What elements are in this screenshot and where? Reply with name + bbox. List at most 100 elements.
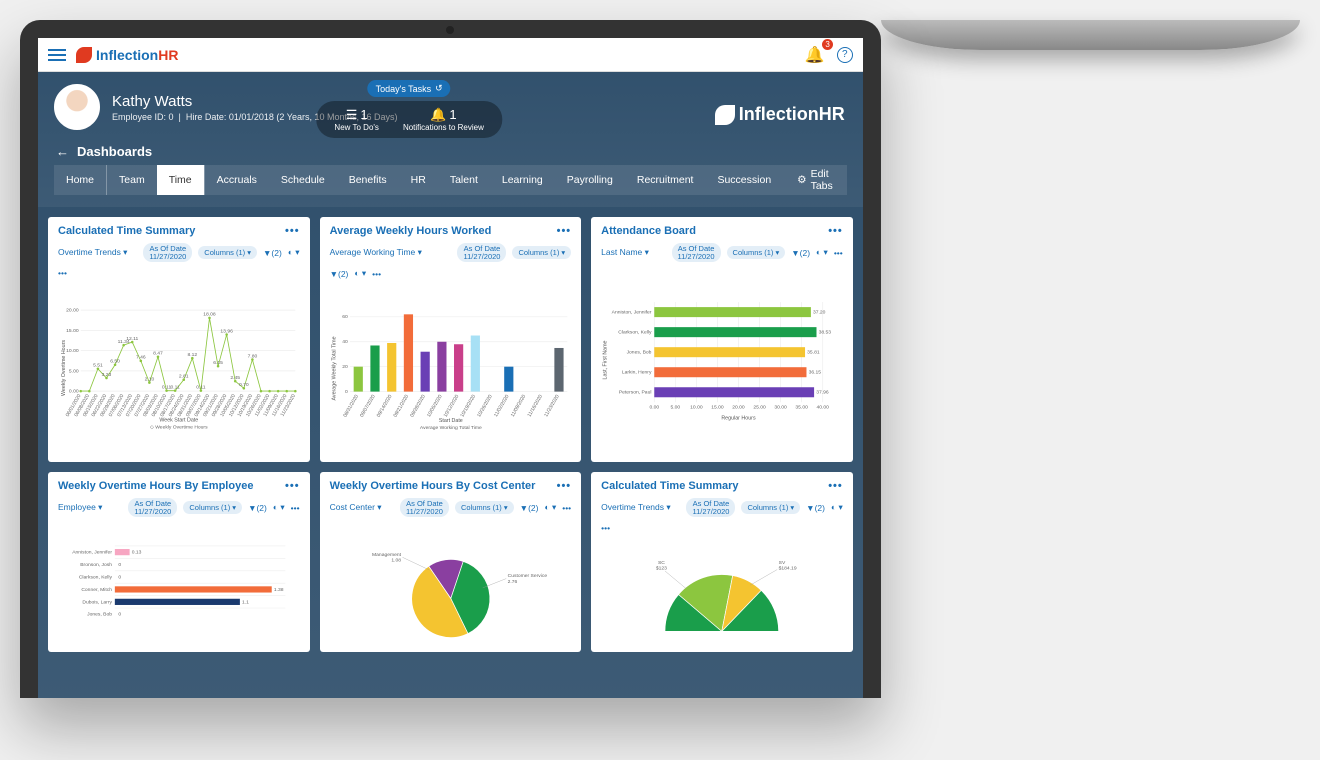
widget-dropdown[interactable]: Employee ▾	[58, 502, 102, 513]
tab-succession[interactable]: Succession	[705, 165, 783, 195]
brand-name-2: HR	[158, 47, 178, 63]
widget-controls: Overtime Trends ▾ As Of Date11/27/2020 Col…	[58, 243, 300, 278]
tab-accruals[interactable]: Accruals	[204, 165, 269, 195]
as-of-chip[interactable]: As Of Date11/27/2020	[457, 243, 506, 262]
chart-type-icon[interactable]: ◐ ▾	[288, 247, 300, 258]
svg-text:10.00: 10.00	[66, 348, 79, 354]
svg-text:2.45: 2.45	[230, 375, 240, 381]
columns-chip[interactable]: Columns (1) ▾	[741, 501, 800, 514]
svg-text:3.23: 3.23	[102, 372, 112, 378]
svg-text:Bronson, Josh: Bronson, Josh	[80, 562, 112, 568]
widget-menu-icon[interactable]: •••	[557, 225, 572, 237]
task-todos[interactable]: ☰ 1 New To Do's	[334, 107, 379, 132]
widget-dropdown[interactable]: Average Working Time ▾	[330, 247, 422, 258]
chart-type-icon[interactable]: ◐ ▾	[354, 268, 366, 279]
svg-text:Conner, Mitch: Conner, Mitch	[81, 587, 112, 593]
as-of-chip[interactable]: As Of Date11/27/2020	[400, 498, 449, 517]
svg-text:2.76: 2.76	[507, 579, 517, 585]
widget-menu-icon[interactable]: •••	[828, 480, 843, 492]
filter-icon[interactable]: ▼(2)	[330, 269, 349, 279]
svg-text:8.47: 8.47	[153, 351, 163, 357]
svg-text:6.15: 6.15	[213, 360, 223, 366]
tab-team[interactable]: Team	[106, 165, 157, 195]
svg-text:11/02/2020: 11/02/2020	[493, 394, 511, 418]
tab-schedule[interactable]: Schedule	[269, 165, 337, 195]
tab-hr[interactable]: HR	[399, 165, 438, 195]
as-of-chip[interactable]: As Of Date11/27/2020	[686, 498, 735, 517]
menu-icon[interactable]	[48, 49, 66, 61]
svg-text:SC: SC	[658, 560, 665, 566]
widget-dropdown[interactable]: Cost Center ▾	[330, 502, 382, 513]
columns-chip[interactable]: Columns (1) ▾	[183, 501, 242, 514]
task-notifications[interactable]: 🔔 1 Notifications to Review	[403, 107, 484, 132]
filter-icon[interactable]: ▼(2)	[791, 248, 810, 258]
widget-menu-icon[interactable]: •••	[285, 480, 300, 492]
chart-type-icon[interactable]: ◐ ▾	[544, 502, 556, 513]
tab-home[interactable]: Home	[54, 165, 106, 195]
tab-payrolling[interactable]: Payrolling	[555, 165, 625, 195]
columns-chip[interactable]: Columns (1) ▾	[512, 246, 571, 259]
svg-text:25.00: 25.00	[753, 405, 766, 411]
widget-more-icon[interactable]: •••	[834, 248, 843, 258]
filter-icon[interactable]: ▼(2)	[520, 503, 539, 513]
widget-more-icon[interactable]: •••	[58, 268, 67, 278]
filter-icon[interactable]: ▼(2)	[248, 503, 267, 513]
as-of-chip[interactable]: As Of Date11/27/2020	[143, 243, 192, 262]
svg-text:5.00: 5.00	[671, 405, 681, 411]
widget-more-icon[interactable]: •••	[601, 523, 610, 533]
svg-text:0: 0	[345, 389, 348, 395]
tab-learning[interactable]: Learning	[490, 165, 555, 195]
svg-text:0.00: 0.00	[69, 389, 79, 395]
filter-icon[interactable]: ▼(2)	[806, 503, 825, 513]
svg-text:◇ Weekly Overtime Hours: ◇ Weekly Overtime Hours	[150, 425, 208, 431]
widget-more-icon[interactable]: •••	[372, 269, 381, 279]
svg-text:13.96: 13.96	[220, 328, 233, 334]
help-icon[interactable]: ?	[837, 47, 853, 63]
widget-menu-icon[interactable]: •••	[828, 225, 843, 237]
tab-recruitment[interactable]: Recruitment	[625, 165, 706, 195]
svg-text:09/28/2020: 09/28/2020	[409, 394, 427, 419]
svg-text:7.46: 7.46	[136, 355, 146, 361]
svg-text:0.11: 0.11	[170, 385, 180, 391]
bell-icon[interactable]: 🔔3	[805, 45, 825, 65]
columns-chip[interactable]: Columns (1) ▾	[727, 246, 786, 259]
page-title: Dashboards	[77, 144, 152, 159]
gear-icon: ⚙	[797, 174, 806, 186]
svg-text:Average Weekly Total Time: Average Weekly Total Time	[331, 336, 337, 400]
as-of-chip[interactable]: As Of Date11/27/2020	[672, 243, 721, 262]
tab-talent[interactable]: Talent	[438, 165, 490, 195]
as-of-chip[interactable]: As Of Date11/27/2020	[128, 498, 177, 517]
svg-text:37.20: 37.20	[813, 310, 826, 316]
widget-title: Attendance Board	[601, 225, 696, 237]
avatar[interactable]	[54, 84, 100, 130]
logo-swoosh-icon	[76, 47, 92, 63]
widget-more-icon[interactable]: •••	[562, 503, 571, 513]
svg-text:1.38: 1.38	[274, 587, 284, 593]
widget-menu-icon[interactable]: •••	[557, 480, 572, 492]
columns-chip[interactable]: Columns (1) ▾	[455, 501, 514, 514]
filter-icon[interactable]: ▼(2)	[263, 248, 282, 258]
brand-logo[interactable]: InflectionHR	[76, 47, 178, 63]
svg-text:09/07/2020: 09/07/2020	[359, 394, 377, 419]
refresh-icon: ↺	[435, 83, 443, 94]
svg-text:Larkin, Henry: Larkin, Henry	[622, 370, 652, 376]
chart-type-icon[interactable]: ◐ ▾	[816, 247, 828, 258]
widget-dropdown[interactable]: Last Name ▾	[601, 247, 649, 258]
tab-benefits[interactable]: Benefits	[337, 165, 399, 195]
tab-time[interactable]: Time	[157, 165, 204, 195]
svg-text:7.80: 7.80	[248, 353, 258, 359]
svg-text:Average Working Total Time: Average Working Total Time	[419, 425, 481, 431]
chart-type-icon[interactable]: ◐ ▾	[831, 502, 843, 513]
breadcrumb[interactable]: ← Dashboards	[56, 144, 847, 159]
todays-tasks-chip[interactable]: Today's Tasks ↺	[368, 80, 451, 97]
widget-menu-icon[interactable]: •••	[285, 225, 300, 237]
widget-more-icon[interactable]: •••	[291, 503, 300, 513]
edit-tabs-button[interactable]: ⚙Edit Tabs	[783, 168, 847, 192]
columns-chip[interactable]: Columns (1) ▾	[198, 246, 257, 259]
bell-small-icon: 🔔	[430, 107, 446, 123]
svg-text:08/31/2020: 08/31/2020	[342, 394, 360, 419]
chart-type-icon[interactable]: ◐ ▾	[273, 502, 285, 513]
widget-title: Calculated Time Summary	[601, 480, 738, 492]
widget-dropdown[interactable]: Overtime Trends ▾	[58, 247, 127, 258]
widget-dropdown[interactable]: Overtime Trends ▾	[601, 502, 670, 513]
